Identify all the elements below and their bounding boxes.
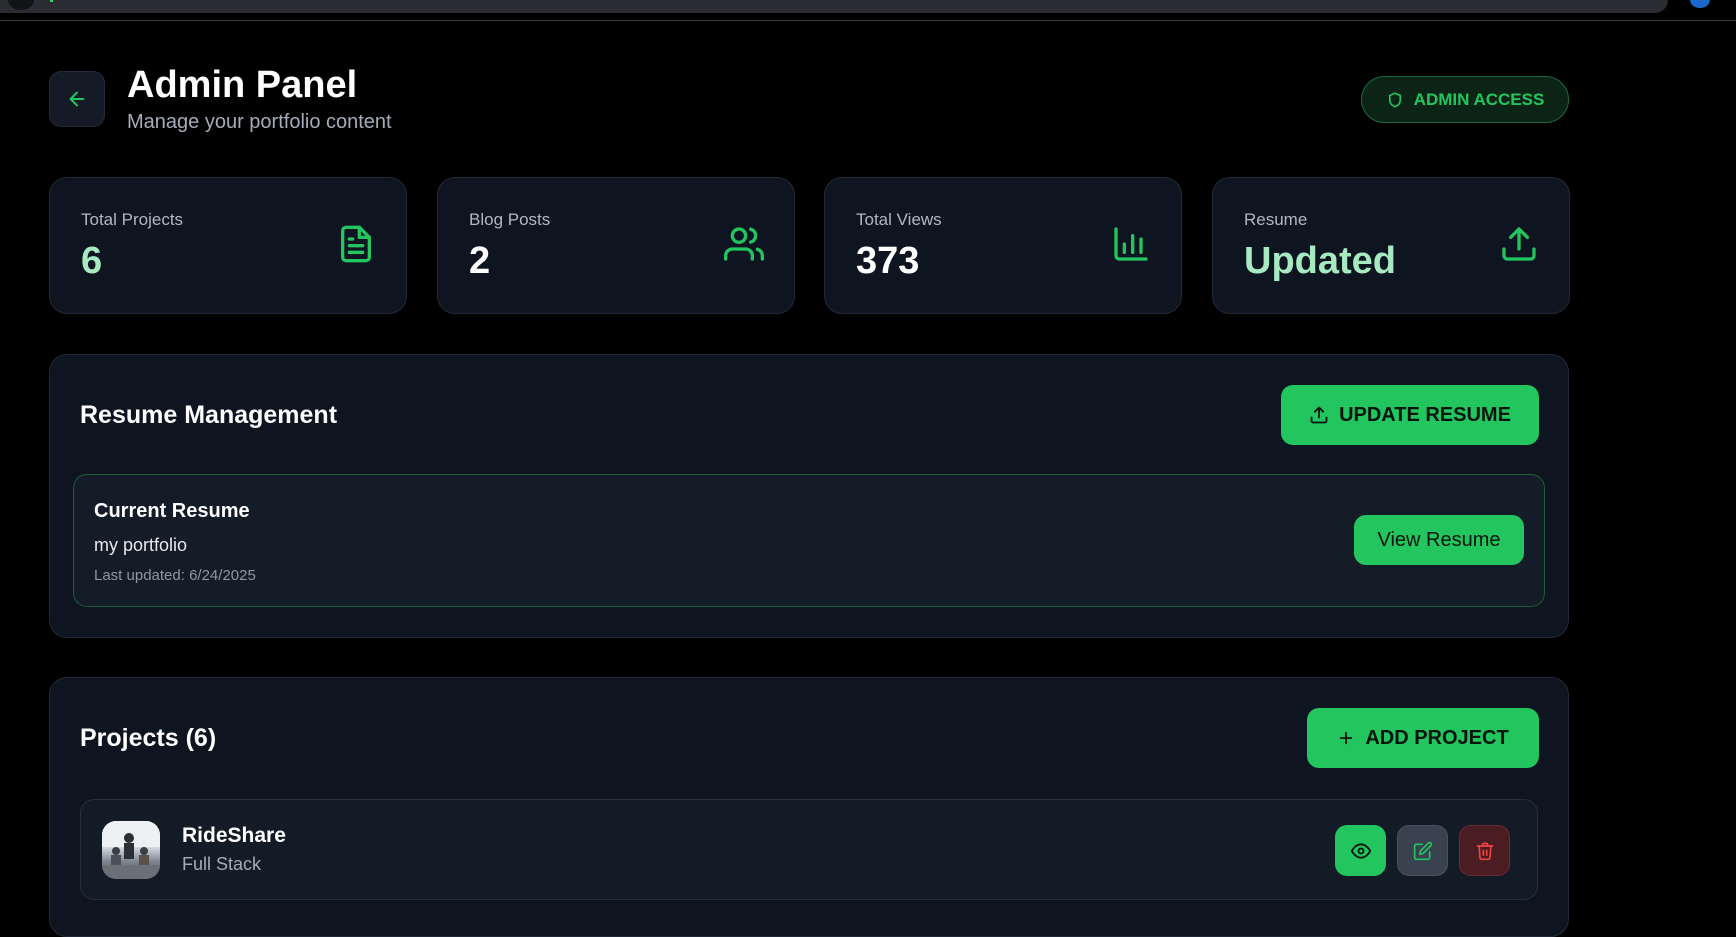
section-title: Projects (6)	[80, 724, 217, 752]
stat-label: Resume	[1244, 210, 1308, 229]
page-title: Admin Panel	[127, 64, 358, 106]
edit-icon	[1413, 841, 1432, 860]
current-resume-card: Current Resume my portfolio Last updated…	[73, 474, 1545, 607]
resume-card-title: Current Resume	[94, 500, 250, 522]
arrow-left-icon	[69, 91, 85, 107]
stat-label: Blog Posts	[469, 210, 551, 229]
page-subtitle: Manage your portfolio content	[127, 111, 392, 133]
bar-chart-icon	[1114, 227, 1148, 261]
plus-icon	[1340, 731, 1353, 745]
profile-icon[interactable]	[1690, 0, 1710, 8]
back-button[interactable]	[49, 71, 105, 127]
cursor-icon	[50, 0, 53, 2]
stat-value: 6	[81, 240, 103, 282]
project-name: RideShare	[182, 824, 286, 847]
shield-icon	[1388, 91, 1401, 108]
upload-icon	[1502, 227, 1536, 261]
site-icon	[8, 0, 34, 10]
project-row: RideShare Full Stack	[80, 799, 1538, 900]
admin-access-badge: ADMIN ACCESS	[1361, 76, 1569, 123]
stat-card-resume: Resume Updated	[1212, 177, 1570, 314]
stat-card-blog-posts: Blog Posts 2	[437, 177, 795, 314]
view-resume-button[interactable]: View Resume	[1354, 515, 1524, 565]
resume-last-updated: Last updated: 6/24/2025	[94, 567, 256, 584]
stat-label: Total Views	[856, 210, 942, 229]
resume-name: my portfolio	[94, 535, 188, 555]
resume-management-panel: Resume Management UPDATE RESUME Current …	[49, 354, 1569, 638]
users-icon	[724, 227, 764, 261]
view-project-button[interactable]	[1335, 825, 1386, 876]
add-project-button[interactable]: ADD PROJECT	[1307, 708, 1539, 768]
update-resume-label: UPDATE RESUME	[1339, 403, 1511, 426]
delete-project-button[interactable]	[1459, 825, 1510, 876]
address-bar[interactable]	[0, 0, 1668, 13]
stat-value: 2	[469, 240, 491, 282]
add-project-label: ADD PROJECT	[1365, 726, 1509, 749]
edit-project-button[interactable]	[1397, 825, 1448, 876]
admin-access-label: ADMIN ACCESS	[1413, 89, 1545, 109]
stat-value: 373	[856, 240, 920, 282]
project-category: Full Stack	[182, 854, 262, 874]
trash-icon	[1476, 842, 1493, 860]
section-title: Resume Management	[80, 401, 338, 429]
eye-icon	[1350, 842, 1371, 859]
update-resume-button[interactable]: UPDATE RESUME	[1281, 385, 1539, 445]
project-thumbnail	[102, 821, 160, 879]
browser-bar	[0, 0, 1736, 21]
projects-panel: Projects (6) ADD PROJECT RideShare Full …	[49, 677, 1569, 937]
stat-card-total-views: Total Views 373	[824, 177, 1182, 314]
stat-card-total-projects: Total Projects 6	[49, 177, 407, 314]
stat-value: Updated	[1244, 240, 1396, 282]
stat-label: Total Projects	[81, 210, 184, 229]
upload-icon	[1310, 406, 1328, 424]
document-icon	[341, 225, 371, 263]
